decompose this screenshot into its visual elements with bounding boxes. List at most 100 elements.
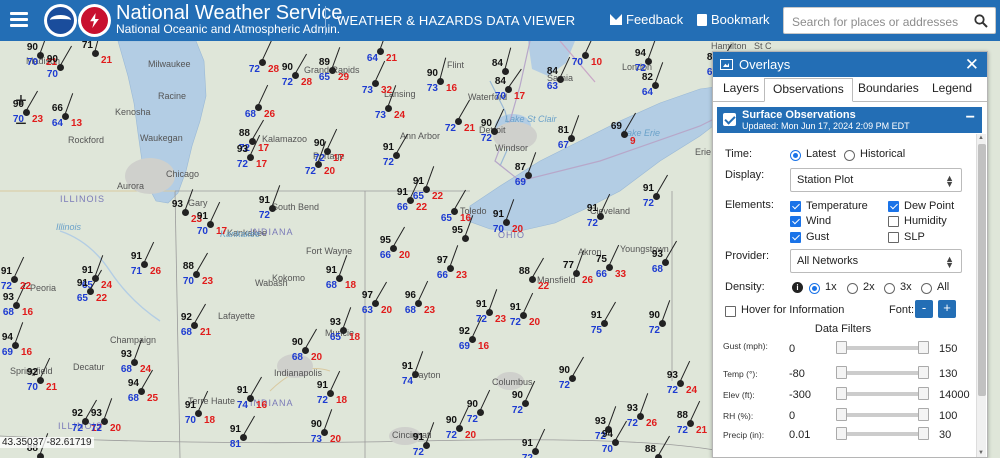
station-plot[interactable]: 9172 [643,174,668,209]
filter-gust-slider[interactable] [836,341,929,354]
station-plot[interactable]: 90 72 [481,108,505,144]
station-plot[interactable]: 91 71 26 [131,241,161,277]
density-all-radio[interactable] [921,283,932,294]
display-select[interactable]: Station Plot ▲ ▼ [790,168,962,192]
temperature-checkbox[interactable] [790,201,801,212]
station-plot[interactable]: 88 72 17 [239,119,269,154]
station-plot[interactable]: 97 63 20 [362,281,392,316]
station-plot[interactable]: 72 21 [445,99,475,134]
feedback-button[interactable]: Feedback [610,12,683,27]
station-plot[interactable]: 8872 [27,432,49,458]
station-plot[interactable]: 94 68 25 [128,369,158,404]
station-plot[interactable]: 72 20 [305,140,335,177]
tab-boundaries[interactable]: Boundaries [858,81,919,95]
station-plot[interactable]: 90 72 [512,380,536,416]
station-plot[interactable]: 90 70 21 [27,41,57,68]
station-plot[interactable]: 66 64 13 [52,92,82,129]
station-plot[interactable]: 91 68 18 [326,254,356,291]
slider-min-handle[interactable] [836,408,847,421]
panel-scrollbar[interactable]: ▲ ▼ [976,134,986,457]
station-plot[interactable]: 92 72 17 [72,399,102,434]
site-title[interactable]: National Weather Service [116,2,342,24]
station-plot[interactable]: 90 72 [559,356,584,391]
station-plot[interactable]: 77 26 [563,249,593,286]
station-plot[interactable]: 93 23 [172,188,202,225]
station-plot[interactable]: 9172 [383,133,408,168]
font-decrease-button[interactable]: - [915,300,933,318]
filter-temp-slider[interactable] [836,366,929,379]
station-plot[interactable]: 92 68 21 [181,303,211,338]
station-plot[interactable]: 93 72 17 [237,134,267,170]
station-plot[interactable]: 94 70 [602,420,627,455]
station-plot[interactable]: 90 73 16 [427,57,457,94]
slp-checkbox[interactable] [888,232,899,243]
slider-max-handle[interactable] [918,341,929,354]
tab-legend[interactable]: Legend [932,81,972,95]
station-plot[interactable]: 94 69 16 [2,321,32,358]
station-plot[interactable]: 90 73 20 [311,408,341,445]
humidity-checkbox[interactable] [888,216,899,227]
station-plot[interactable]: 9172 [522,428,546,458]
wind-checkbox[interactable] [790,216,801,227]
bookmark-button[interactable]: Bookmark [697,12,770,27]
station-plot[interactable]: 91 70 20 [493,198,523,235]
scroll-down-icon[interactable]: ▼ [978,450,984,457]
hover-info-checkbox[interactable] [725,306,736,317]
slider-min-handle[interactable] [836,341,847,354]
station-plot[interactable]: 91 70 17 [197,201,227,237]
slider-max-handle[interactable] [918,366,929,379]
station-plot[interactable]: 82 64 [642,61,664,98]
station-plot[interactable]: 70 10 [572,41,602,68]
collapse-button[interactable]: − [966,109,975,127]
time-latest-radio[interactable] [790,150,801,161]
density-3x-radio[interactable] [884,283,895,294]
station-plot[interactable]: 72 28 [249,41,279,75]
station-plot[interactable]: 96 68 23 [405,280,435,316]
search-icon[interactable] [974,14,988,28]
slider-max-handle[interactable] [918,408,929,421]
station-plot[interactable]: 93 68 16 [3,282,33,318]
station-plot[interactable]: 73 32 [362,60,392,96]
station-plot[interactable]: 95 66 20 [380,226,410,261]
slider-min-handle[interactable] [836,366,847,379]
station-plot[interactable]: 92 70 21 [27,357,57,393]
station-plot[interactable]: 89 65 29 [319,46,349,83]
station-plot[interactable]: 93 65 18 [330,306,360,343]
time-historical-radio[interactable] [844,150,855,161]
station-plot[interactable]: 73 24 [375,84,405,121]
station-plot[interactable]: 93 72 24 [667,360,697,396]
station-plot[interactable]: 87 69 [515,151,537,188]
station-plot[interactable]: 90 72 20 [446,405,476,441]
station-plot[interactable]: 71 21 [82,41,112,66]
close-icon[interactable]: ✕ [965,55,979,75]
station-plot[interactable]: 95 [452,214,474,242]
station-plot[interactable]: 916522 [413,165,443,202]
station-plot[interactable]: 81 67 [558,114,580,151]
station-plot[interactable]: 91 66 22 [397,177,427,213]
search-input[interactable] [792,13,962,30]
station-plot[interactable]: 84 63 [547,56,571,92]
station-plot[interactable]: 90 72 28 [282,53,312,88]
gust-checkbox[interactable] [790,232,801,243]
menu-icon[interactable] [10,12,28,28]
zoom-in-button[interactable]: + [9,91,33,113]
station-plot[interactable]: 91 72 22 [1,256,31,292]
info-icon[interactable]: i [792,282,803,293]
station-plot[interactable]: 91 72 20 [510,292,540,328]
station-plot[interactable]: 916522 [77,269,107,304]
station-plot[interactable]: 84 70 17 [495,68,525,102]
station-plot[interactable]: 84 [492,47,512,75]
station-plot[interactable]: 92 69 16 [459,316,489,352]
station-plot[interactable]: 69 9 [611,112,636,147]
filter-precip-slider[interactable] [836,427,929,440]
scroll-up-icon[interactable]: ▲ [978,135,984,142]
station-plot[interactable]: 907217 [314,128,344,164]
station-plot[interactable]: 91 70 18 [185,390,215,426]
station-plot[interactable]: 68 26 [245,84,275,120]
slider-min-handle[interactable] [836,427,847,440]
station-plot[interactable]: 64 21 [367,41,397,64]
station-plot[interactable]: 91 72 18 [317,370,347,406]
station-plot[interactable]: 88 22 [519,257,549,292]
filter-rh-slider[interactable] [836,408,929,421]
slider-max-handle[interactable] [918,427,929,440]
